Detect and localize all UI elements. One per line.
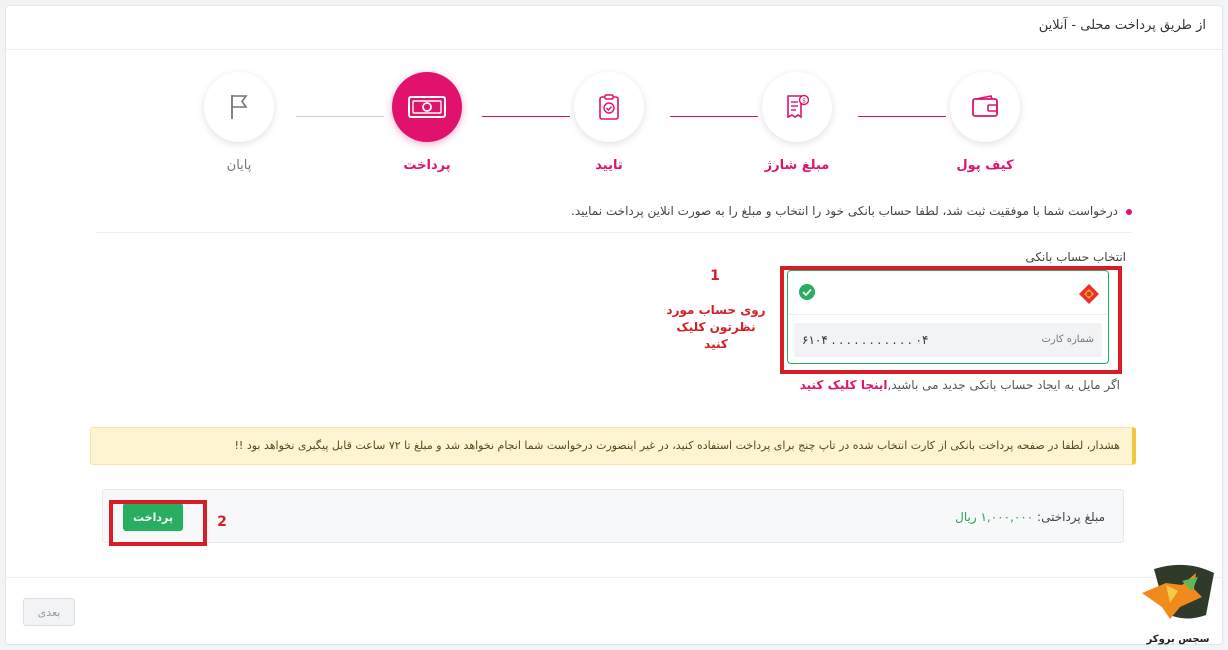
step-wallet[interactable]: کیف پول <box>925 72 1045 173</box>
watermark-text: سجس بروکر <box>1146 634 1210 645</box>
flag-icon <box>231 95 248 119</box>
step-amount-circle: $ <box>762 72 832 142</box>
banknote-icon <box>408 96 446 118</box>
step-label: مبلغ شارژ <box>764 158 830 173</box>
step-payment-circle <box>392 72 462 142</box>
annotation-number-2: 2 <box>217 514 227 530</box>
bank-section-title: انتخاب حساب بانکی <box>1025 250 1126 264</box>
divider <box>96 232 1132 233</box>
fox-logo-icon <box>1142 564 1214 619</box>
step-label: تایید <box>595 158 623 173</box>
create-account-line: اگر مایل به ایجاد حساب بانکی جدید می باش… <box>799 378 1120 392</box>
warning-text: هشدار، لطفا در صفحه پرداخت بانکی از کارت… <box>234 439 1121 452</box>
next-button[interactable]: بعدی <box>23 598 75 626</box>
watermark: سجس بروکر <box>1136 563 1220 647</box>
step-label: پرداخت <box>403 158 451 173</box>
wallet-icon <box>972 95 998 117</box>
payment-amount: مبلغ پرداختی: ۱,۰۰۰,۰۰۰ ریال <box>955 510 1105 524</box>
step-finish-circle <box>204 72 274 142</box>
card-number-label: شماره کارت <box>1041 334 1094 345</box>
step-label: کیف پول <box>956 158 1014 173</box>
step-label: پایان <box>226 158 252 173</box>
page-title: از طریق پرداخت محلی - آنلاین <box>1038 18 1206 33</box>
create-account-link[interactable]: اینجا کلیک کنید <box>800 378 888 392</box>
svg-text:$: $ <box>802 98 806 105</box>
card-header: از طریق پرداخت محلی - آنلاین <box>6 6 1222 50</box>
card-footer: بعدی <box>5 577 1223 645</box>
payment-panel: مبلغ پرداختی: ۱,۰۰۰,۰۰۰ ریال پرداخت <box>102 489 1124 543</box>
card-number-value: ۶۱۰۴ . . . . . . . . . . . ۰۴ <box>802 333 929 347</box>
step-amount[interactable]: $ مبلغ شارژ <box>737 72 857 173</box>
warning-banner: هشدار، لطفا در صفحه پرداخت بانکی از کارت… <box>90 427 1136 465</box>
clipboard-check-icon <box>599 94 619 120</box>
bank-card-header <box>788 271 1108 315</box>
step-wallet-circle <box>950 72 1020 142</box>
annotation-text-1: روی حساب مورد نظرتون کلیک کنید <box>666 303 766 351</box>
annotation-highlight-pay <box>109 500 207 546</box>
step-confirm-circle <box>574 72 644 142</box>
step-confirm[interactable]: تایید <box>549 72 669 173</box>
check-circle-icon <box>799 284 815 300</box>
bank-account-card[interactable]: شماره کارت ۶۱۰۴ . . . . . . . . . . . ۰۴ <box>787 270 1109 364</box>
step-finish[interactable]: پایان <box>179 72 299 173</box>
success-message: درخواست شما با موفقیت ثبت شد، لطفا حساب … <box>571 204 1132 218</box>
payment-amount-value: ۱,۰۰۰,۰۰۰ ریال <box>955 510 1034 524</box>
bank-logo-icon <box>1079 284 1099 304</box>
invoice-icon: $ <box>787 94 810 119</box>
step-payment[interactable]: پرداخت <box>367 72 487 173</box>
card-number-row: شماره کارت ۶۱۰۴ . . . . . . . . . . . ۰۴ <box>794 323 1102 357</box>
annotation-number-1: 1 <box>710 268 720 284</box>
bullet-dot <box>1126 208 1132 215</box>
stepper: کیف پول $ مبلغ شارژ تایید پرداخت پایان <box>6 72 1222 173</box>
